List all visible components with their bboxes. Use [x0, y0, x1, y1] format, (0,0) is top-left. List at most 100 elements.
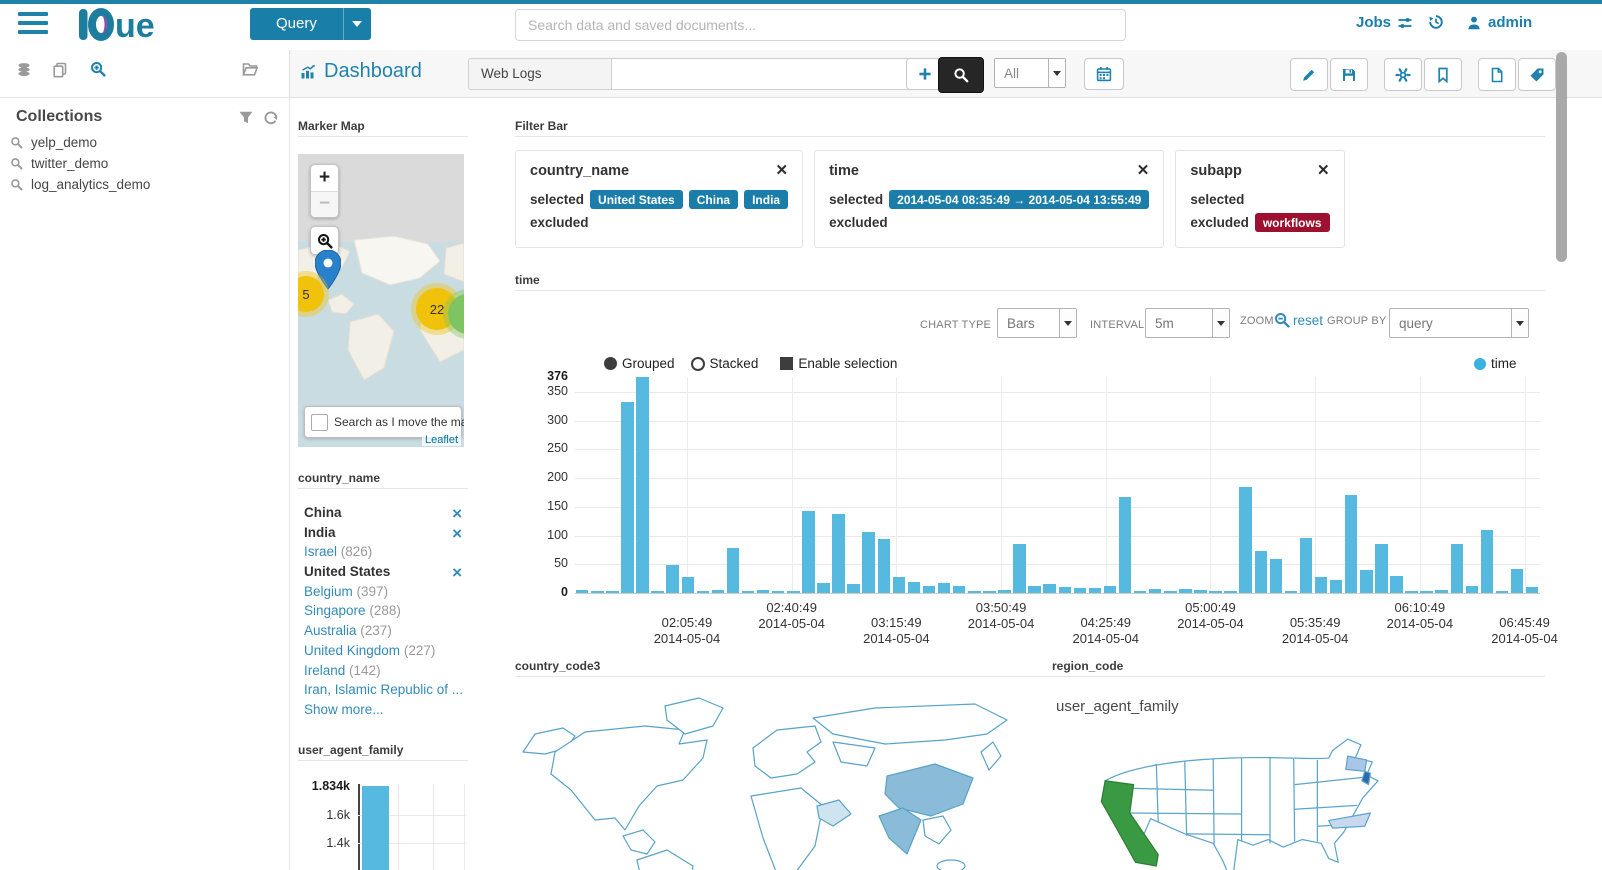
time-bar [1375, 543, 1388, 593]
filter-icon[interactable] [238, 110, 254, 126]
search-as-move-checkbox[interactable] [311, 413, 328, 431]
time-bar [847, 583, 860, 593]
search-collections-icon[interactable] [90, 61, 106, 77]
gridline [686, 377, 688, 593]
gridline [575, 449, 1540, 451]
facet-item-china[interactable]: China × [304, 504, 464, 525]
history-nav-item[interactable] [1428, 14, 1444, 30]
facet-item-united-states[interactable]: United States × [304, 563, 464, 584]
collection-item-twitter_demo[interactable]: twitter_demo [8, 153, 278, 174]
radio-selected-icon [604, 357, 617, 370]
search-as-move-label: Search as I move the map [334, 415, 464, 429]
jobs-nav-item[interactable]: Jobs [1356, 14, 1413, 31]
facet-item-united-kingdom[interactable]: United Kingdom (227) [304, 643, 464, 663]
gridline [1001, 377, 1003, 593]
grouped-radio[interactable]: Grouped [604, 356, 675, 371]
refresh-icon[interactable] [263, 110, 279, 126]
facet-item-israel[interactable]: Israel (826) [304, 544, 464, 564]
save-button[interactable] [1330, 58, 1368, 91]
world-map-widget[interactable] [515, 690, 1020, 870]
magnifier-icon [10, 178, 23, 191]
documents-icon[interactable] [52, 62, 68, 78]
y-axis-label: 300 [547, 412, 568, 427]
time-bar [1133, 590, 1147, 593]
map-zoom-in-button[interactable]: + [311, 165, 338, 191]
selected-badge[interactable]: 2014-05-04 08:35:49 → 2014-05-04 13:55:4… [889, 190, 1150, 209]
divider [515, 290, 1545, 291]
collection-name-label[interactable]: Web Logs [468, 58, 611, 90]
gridline [1105, 377, 1107, 593]
user-agent-mini-chart[interactable]: 1.834k 1.6k 1.4k [298, 779, 468, 870]
zoom-reset-control[interactable]: reset [1274, 312, 1323, 328]
left-panel [0, 98, 290, 870]
open-folder-icon[interactable] [242, 61, 258, 77]
remove-filter-icon[interactable]: × [452, 504, 462, 523]
time-series-legend[interactable]: time [1474, 356, 1517, 371]
time-chart-plot[interactable] [575, 377, 1540, 594]
dashboard-search-input[interactable] [611, 58, 912, 90]
selected-badge[interactable]: China [688, 190, 739, 209]
chart-type-select[interactable]: Bars [997, 308, 1077, 338]
stacked-radio[interactable]: Stacked [690, 356, 758, 371]
collection-item-yelp_demo[interactable]: yelp_demo [8, 132, 278, 153]
close-icon[interactable]: ✕ [1287, 161, 1330, 179]
magnifier-plus-icon [317, 233, 333, 249]
bookmark-button[interactable] [1424, 58, 1462, 91]
time-bar [1028, 585, 1041, 593]
facet-item-singapore[interactable]: Singapore (288) [304, 603, 464, 623]
pencil-button[interactable] [1290, 58, 1328, 91]
file-button[interactable] [1478, 58, 1516, 91]
reset-link[interactable]: reset [1293, 313, 1323, 328]
x-axis-label: 02:05:49 2014-05-04 [653, 615, 721, 646]
facet-scope-select[interactable]: All [994, 58, 1066, 88]
close-icon[interactable]: ✕ [1107, 161, 1150, 179]
show-more-link[interactable]: Show more... [304, 702, 464, 722]
query-button-label[interactable]: Query [250, 8, 343, 40]
database-icon[interactable] [16, 62, 32, 78]
excluded-badge[interactable]: workflows [1254, 213, 1330, 232]
marker-map-widget[interactable]: + − 5222 Search as I move the map Leafle… [298, 154, 464, 447]
user-nav-item[interactable]: admin [1466, 14, 1532, 31]
hamburger-menu-icon[interactable] [18, 12, 48, 34]
collections-actions [238, 110, 279, 126]
hue-logo[interactable]: ue [78, 6, 178, 44]
remove-filter-icon[interactable]: × [452, 524, 462, 543]
tag-button[interactable] [1518, 58, 1556, 91]
vertical-scrollbar[interactable] [1556, 52, 1567, 262]
facet-item-australia[interactable]: Australia (237) [304, 623, 464, 643]
selected-badge[interactable]: India [744, 190, 789, 209]
time-bar [968, 591, 981, 593]
group-by-select[interactable]: query [1389, 308, 1529, 338]
facet-item-ireland[interactable]: Ireland (142) [304, 663, 464, 683]
filter-field-name: subapp [1190, 163, 1242, 179]
facet-item-india[interactable]: India × [304, 524, 464, 545]
collection-item-log_analytics_demo[interactable]: log_analytics_demo [8, 174, 278, 195]
facet-item-iran-islamic-republic-of-[interactable]: Iran, Islamic Republic of ... [304, 682, 464, 702]
time-bar [681, 576, 695, 593]
file-icon [1489, 67, 1505, 83]
selected-badge[interactable]: United States [590, 190, 683, 209]
jobs-label: Jobs [1356, 14, 1392, 31]
time-bar [636, 377, 649, 593]
time-range-button[interactable] [1084, 58, 1124, 90]
filter-bar-title: Filter Bar [515, 119, 568, 133]
gridline [575, 420, 1540, 422]
gear-button[interactable] [1384, 58, 1422, 91]
facet-item-belgium[interactable]: Belgium (397) [304, 584, 464, 604]
search-button[interactable] [938, 57, 984, 93]
close-icon[interactable]: ✕ [746, 161, 789, 179]
time-bar [998, 589, 1011, 593]
leaflet-attribution-link[interactable]: Leaflet [421, 434, 461, 446]
remove-filter-icon[interactable]: × [452, 563, 462, 582]
enable-selection-checkbox[interactable]: Enable selection [780, 356, 897, 371]
query-split-button[interactable]: Query [250, 8, 371, 40]
global-search-input[interactable] [515, 9, 1126, 41]
us-map-widget[interactable] [1090, 722, 1450, 870]
map-zoom-out-button[interactable]: − [311, 191, 338, 217]
time-bar [1254, 551, 1267, 593]
time-bar [1148, 588, 1162, 593]
magnifier-icon [10, 157, 23, 170]
collections-list: yelp_demo twitter_demo log_analytics_demo [8, 132, 278, 195]
query-dropdown-caret[interactable] [342, 8, 371, 40]
interval-select[interactable]: 5m [1145, 308, 1230, 338]
